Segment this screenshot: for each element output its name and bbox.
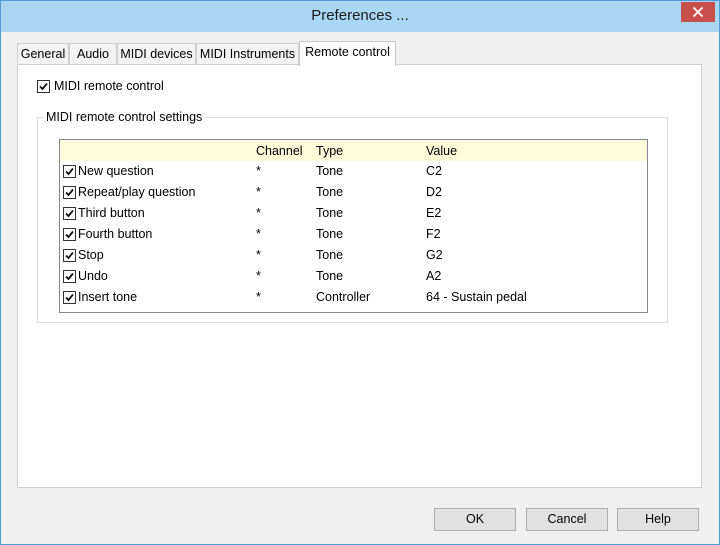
cancel-button[interactable]: Cancel bbox=[526, 508, 608, 531]
list-item[interactable]: Third button * Tone E2 bbox=[60, 203, 647, 224]
column-header-value[interactable]: Value bbox=[426, 144, 457, 158]
tab-remote-control[interactable]: Remote control bbox=[299, 41, 396, 66]
close-button[interactable] bbox=[681, 2, 715, 22]
check-icon bbox=[65, 272, 74, 281]
column-header-channel[interactable]: Channel bbox=[256, 144, 303, 158]
ok-button[interactable]: OK bbox=[434, 508, 516, 531]
preferences-window: Preferences ... General Audio MIDI devic… bbox=[0, 0, 720, 545]
check-icon bbox=[65, 230, 74, 239]
row-channel: * bbox=[256, 185, 261, 199]
list-item[interactable]: New question * Tone C2 bbox=[60, 161, 647, 182]
row-checkbox[interactable] bbox=[63, 270, 76, 283]
tab-midi-instruments[interactable]: MIDI Instruments bbox=[196, 43, 299, 65]
row-value: A2 bbox=[426, 269, 442, 283]
row-channel: * bbox=[256, 206, 261, 220]
help-button[interactable]: Help bbox=[617, 508, 699, 531]
list-item[interactable]: Repeat/play question * Tone D2 bbox=[60, 182, 647, 203]
tab-audio[interactable]: Audio bbox=[69, 43, 117, 65]
list-item[interactable]: Insert tone * Controller 64 - Sustain pe… bbox=[60, 287, 647, 308]
tab-general[interactable]: General bbox=[17, 43, 69, 65]
remote-control-panel: MIDI remote control MIDI remote control … bbox=[17, 64, 702, 488]
row-type: Controller bbox=[316, 290, 371, 304]
row-type: Tone bbox=[316, 185, 344, 199]
tab-midi-devices[interactable]: MIDI devices bbox=[117, 43, 196, 65]
row-checkbox[interactable] bbox=[63, 249, 76, 262]
row-value: C2 bbox=[426, 164, 442, 178]
close-icon bbox=[692, 6, 704, 18]
row-name: Insert tone bbox=[78, 290, 138, 304]
window-title: Preferences ... bbox=[311, 7, 409, 24]
row-type: Tone bbox=[316, 164, 344, 178]
row-name: Undo bbox=[78, 269, 108, 283]
check-icon bbox=[65, 188, 74, 197]
row-type: Tone bbox=[316, 227, 344, 241]
midi-remote-control-label: MIDI remote control bbox=[54, 79, 164, 93]
row-channel: * bbox=[256, 290, 261, 304]
row-checkbox[interactable] bbox=[63, 165, 76, 178]
check-icon bbox=[65, 209, 74, 218]
row-type: Tone bbox=[316, 206, 344, 220]
row-name: Fourth button bbox=[78, 227, 153, 241]
row-type: Tone bbox=[316, 269, 344, 283]
dialog-body: General Audio MIDI devices MIDI Instrume… bbox=[8, 32, 712, 538]
settings-group: MIDI remote control settings Channel Typ… bbox=[37, 110, 668, 323]
check-icon bbox=[39, 82, 48, 90]
row-name: Stop bbox=[78, 248, 104, 262]
settings-group-title: MIDI remote control settings bbox=[43, 110, 206, 124]
row-channel: * bbox=[256, 269, 261, 283]
remote-control-list[interactable]: Channel Type Value New question * Tone C… bbox=[59, 139, 648, 313]
list-header: Channel Type Value bbox=[60, 140, 647, 161]
row-name: Third button bbox=[78, 206, 145, 220]
column-header-type[interactable]: Type bbox=[316, 144, 343, 158]
row-channel: * bbox=[256, 164, 261, 178]
row-channel: * bbox=[256, 248, 261, 262]
row-value: F2 bbox=[426, 227, 441, 241]
row-name: New question bbox=[78, 164, 154, 178]
row-checkbox[interactable] bbox=[63, 291, 76, 304]
list-item[interactable]: Undo * Tone A2 bbox=[60, 266, 647, 287]
row-type: Tone bbox=[316, 248, 344, 262]
row-checkbox[interactable] bbox=[63, 207, 76, 220]
row-checkbox[interactable] bbox=[63, 228, 76, 241]
row-name: Repeat/play question bbox=[78, 185, 196, 199]
row-value: 64 - Sustain pedal bbox=[426, 290, 527, 304]
list-item[interactable]: Fourth button * Tone F2 bbox=[60, 224, 647, 245]
midi-remote-control-toggle[interactable]: MIDI remote control bbox=[37, 79, 164, 93]
row-value: D2 bbox=[426, 185, 442, 199]
row-value: E2 bbox=[426, 206, 442, 220]
midi-remote-control-checkbox[interactable] bbox=[37, 79, 50, 93]
row-value: G2 bbox=[426, 248, 443, 262]
row-channel: * bbox=[256, 227, 261, 241]
title-bar[interactable]: Preferences ... bbox=[1, 1, 719, 32]
check-icon bbox=[65, 251, 74, 260]
row-checkbox[interactable] bbox=[63, 186, 76, 199]
list-item[interactable]: Stop * Tone G2 bbox=[60, 245, 647, 266]
check-icon bbox=[65, 293, 74, 302]
check-icon bbox=[65, 167, 74, 176]
